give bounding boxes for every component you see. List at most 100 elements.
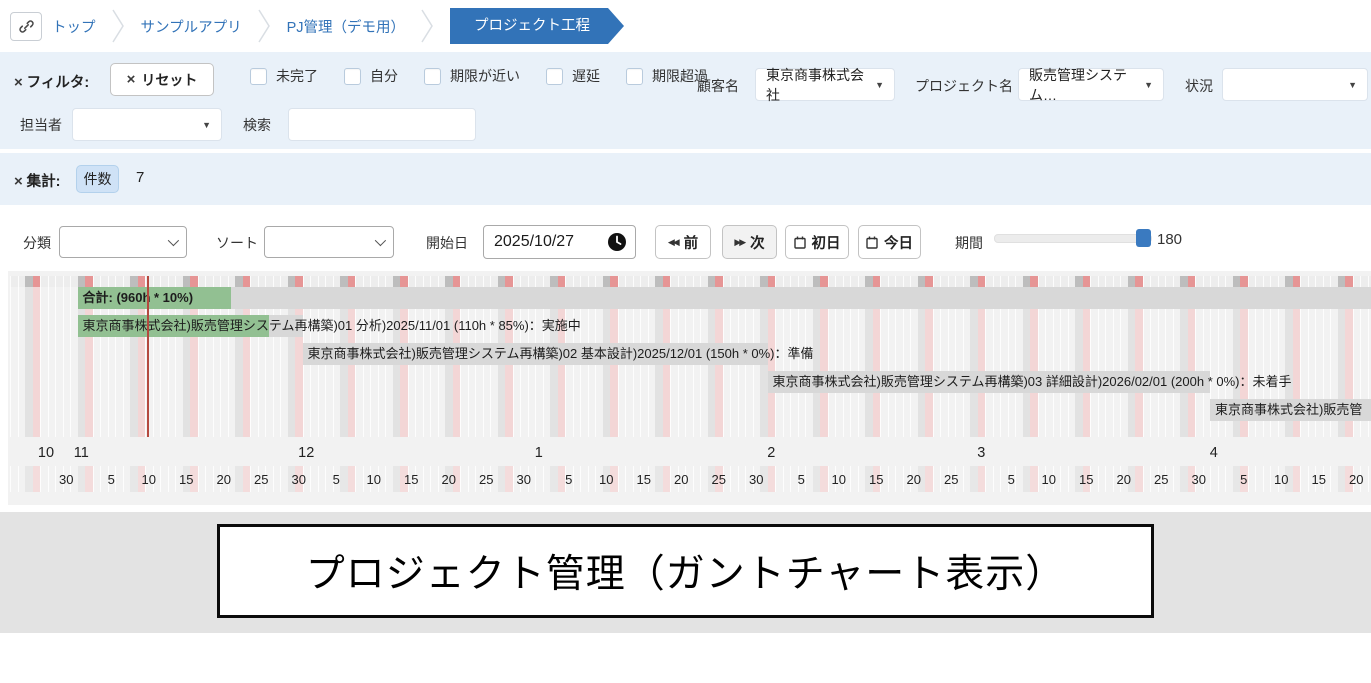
axis-day-label: 30 — [59, 467, 73, 493]
weekday-stripe — [63, 276, 71, 437]
weekday-stripe — [1360, 276, 1368, 287]
sunday-stripe — [558, 276, 566, 287]
period-slider-handle[interactable] — [1136, 229, 1151, 247]
axis-day-label: 5 — [798, 467, 805, 493]
today-line — [147, 276, 149, 437]
filter-checkbox-group-overdue: 期限超過 — [626, 66, 708, 86]
axis-day-label: 15 — [1312, 467, 1326, 493]
checkbox-delayed[interactable] — [546, 68, 563, 85]
weekday-stripe — [1165, 276, 1173, 287]
weekday-stripe — [775, 466, 783, 492]
gantt-bar-0[interactable] — [78, 287, 1371, 309]
sunday-stripe — [925, 466, 933, 492]
reset-button[interactable]: × リセット — [110, 63, 214, 96]
clock-icon[interactable] — [607, 232, 627, 252]
weekday-stripe — [40, 466, 48, 492]
checkbox-self[interactable] — [344, 68, 361, 85]
breadcrumb-active-item[interactable]: プロジェクト工程 — [450, 8, 624, 44]
weekday-stripe — [318, 276, 326, 287]
search-input[interactable] — [288, 108, 476, 141]
weekday-stripe — [880, 276, 888, 287]
weekday-stripe — [700, 466, 708, 492]
weekday-stripe — [933, 276, 941, 287]
summary-section-label: × 集計: — [14, 170, 61, 191]
period-slider-track[interactable] — [994, 234, 1152, 243]
weekday-stripe — [745, 276, 753, 287]
axis-day-label: 10 — [1274, 467, 1288, 493]
first-day-button[interactable]: 初日 — [785, 225, 849, 259]
weekday-stripe — [483, 276, 491, 287]
weekday-stripe — [858, 466, 866, 492]
summary-panel: × 集計: 件数 7 — [0, 153, 1371, 205]
weekday-stripe — [55, 276, 63, 287]
weekday-stripe — [783, 466, 791, 492]
breadcrumb-item-top[interactable]: トップ — [52, 16, 96, 37]
sunday-stripe — [663, 276, 671, 287]
prev-button[interactable]: ◀◀ 前 — [655, 225, 711, 259]
status-select[interactable]: ▼ — [1222, 68, 1368, 101]
sunday-stripe — [820, 276, 828, 287]
weekday-stripe — [520, 276, 528, 287]
axis-day-label: 15 — [179, 467, 193, 493]
checkbox-due-soon[interactable] — [424, 68, 441, 85]
axis-day-label: 5 — [565, 467, 572, 493]
weekday-stripe — [310, 276, 318, 287]
customer-select[interactable]: 東京商事株式会社 ▼ — [755, 68, 895, 101]
checkbox-overdue[interactable] — [626, 68, 643, 85]
sunday-stripe — [820, 466, 828, 492]
weekday-stripe — [678, 276, 686, 287]
today-button[interactable]: 今日 — [858, 225, 921, 259]
weekday-stripe — [430, 466, 438, 492]
axis-day-label: 30 — [517, 467, 531, 493]
saturday-stripe — [603, 276, 611, 287]
breadcrumb-item-sample-app[interactable]: サンプルアプリ — [141, 16, 242, 37]
collapse-filter-icon[interactable]: × — [14, 74, 23, 91]
filter-checkbox-group-self: 自分 — [344, 66, 398, 86]
weekday-stripe — [700, 276, 708, 287]
weekday-stripe — [310, 466, 318, 492]
status-label: 状況 — [1185, 76, 1213, 96]
home-link-button[interactable] — [10, 12, 42, 41]
sunday-stripe — [190, 276, 198, 287]
weekday-stripe — [1255, 466, 1263, 492]
weekday-stripe — [10, 276, 18, 287]
weekday-stripe — [48, 466, 56, 492]
sunday-stripe — [348, 276, 356, 287]
weekday-stripe — [273, 466, 281, 492]
weekday-stripe — [115, 276, 123, 287]
weekday-stripe — [1038, 276, 1046, 287]
collapse-summary-icon[interactable]: × — [14, 173, 23, 190]
checkbox-label-incomplete: 未完了 — [276, 66, 318, 86]
sort-select[interactable] — [264, 226, 394, 258]
sunday-stripe — [1293, 466, 1301, 492]
chevron-down-icon — [375, 235, 386, 246]
axis-day-label: 10 — [599, 467, 613, 493]
project-select[interactable]: 販売管理システム… ▼ — [1018, 68, 1164, 101]
category-select[interactable] — [59, 226, 187, 258]
weekday-stripe — [1158, 276, 1166, 287]
weekday-stripe — [423, 276, 431, 287]
breadcrumb: トップ サンプルアプリ PJ管理（デモ用） プロジェクト工程 — [0, 7, 1371, 45]
assignee-select[interactable]: ▼ — [72, 108, 222, 141]
breadcrumb-item-pj-management[interactable]: PJ管理（デモ用） — [287, 16, 405, 37]
saturday-stripe — [130, 276, 138, 287]
weekday-stripe — [888, 276, 896, 287]
saturday-stripe — [1233, 276, 1241, 287]
filter-checkboxes: 未完了自分期限が近い遅延期限超過 — [250, 66, 708, 86]
weekday-stripe — [228, 276, 236, 287]
axis-day-label: 25 — [712, 467, 726, 493]
next-button[interactable]: ▶▶ 次 — [722, 225, 777, 259]
project-gantt-page: トップサンプルアプリPJ管理（デモ用） プロジェクト工程 × フィルタ: × リ… — [0, 0, 1371, 683]
weekday-stripe — [108, 276, 116, 287]
link-icon — [19, 19, 34, 34]
checkbox-incomplete[interactable] — [250, 68, 267, 85]
count-button[interactable]: 件数 — [76, 165, 119, 193]
sunday-stripe — [1135, 276, 1143, 287]
weekday-stripe — [123, 466, 131, 492]
weekday-stripe — [1278, 276, 1286, 287]
weekday-stripe — [955, 276, 963, 287]
weekday-stripe — [153, 276, 161, 287]
start-date-input[interactable]: 2025/10/27 — [483, 225, 636, 259]
sort-label: ソート — [216, 233, 258, 253]
sunday-stripe — [768, 466, 776, 492]
